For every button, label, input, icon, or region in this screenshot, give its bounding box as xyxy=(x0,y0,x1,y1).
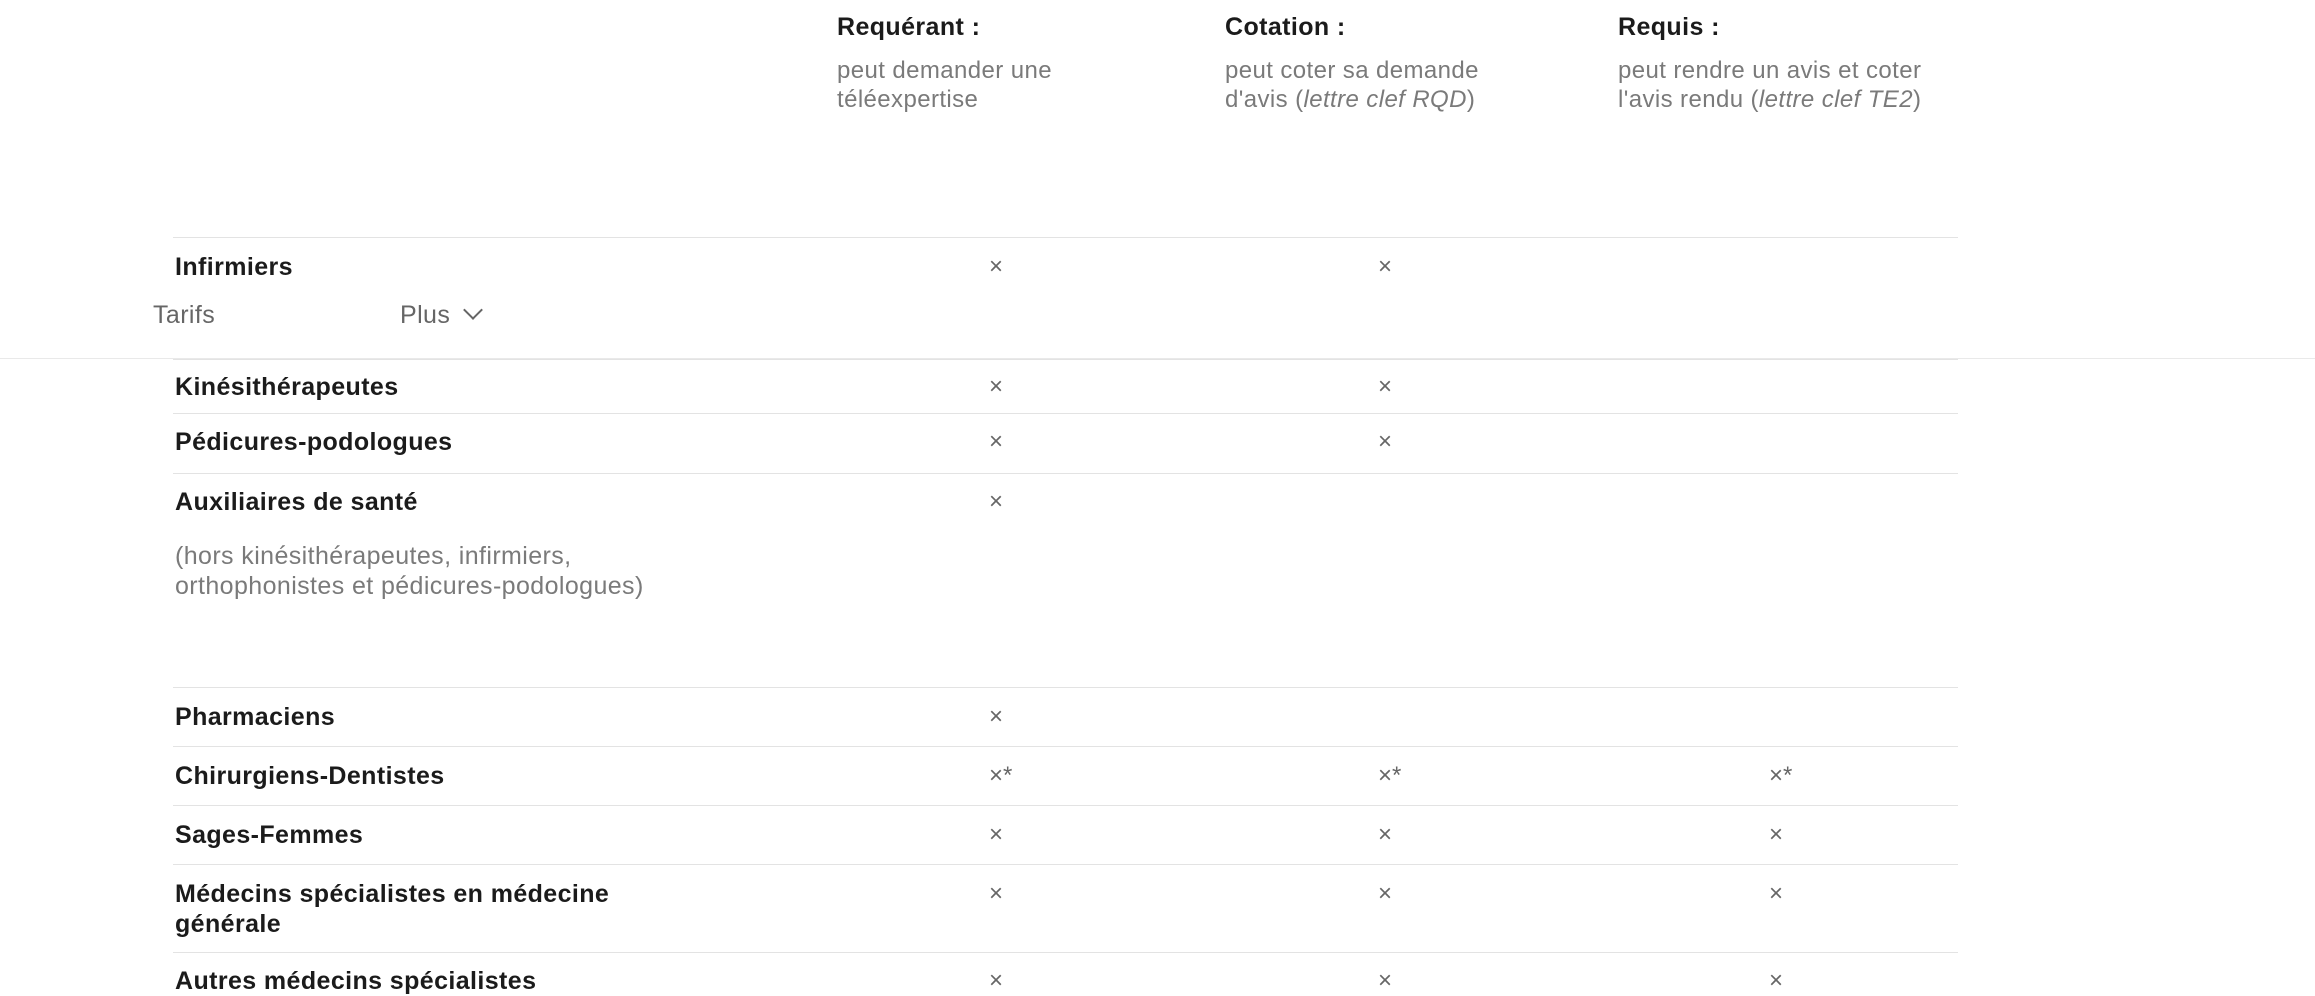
table-row: Autres médecins spécialistes × × × xyxy=(173,952,1958,995)
column-title: Cotation : xyxy=(1225,13,1346,41)
table-row: Pédicures-podologues × × xyxy=(173,413,1958,474)
column-header-requis: Requis : peut rendre un avis et coter l'… xyxy=(1618,12,1948,114)
checkmark: × xyxy=(989,880,1004,907)
nav-plus-menu[interactable]: Plus xyxy=(400,300,484,330)
description-text: ) xyxy=(1466,86,1476,113)
table-row: Sages-Femmes × × × xyxy=(173,805,1958,865)
table-row: Pharmaciens × xyxy=(173,687,1958,747)
column-description: peut rendre un avis et coter l'avis rend… xyxy=(1618,56,1948,114)
column-description: peut demander une téléexpertise xyxy=(837,56,1167,114)
checkmark: ×* xyxy=(1378,762,1402,789)
column-description: peut coter sa demande d'avis (lettre cle… xyxy=(1225,56,1545,114)
checkmark: × xyxy=(989,428,1004,455)
checkmark: × xyxy=(1378,373,1393,400)
table-row: Médecins spécialistes en médecine généra… xyxy=(173,864,1958,953)
checkmark: × xyxy=(1378,880,1393,907)
chevron-down-icon xyxy=(463,300,484,320)
checkmark: × xyxy=(1378,821,1393,848)
checkmark: × xyxy=(1378,253,1393,280)
nav-tarifs-link[interactable]: Tarifs xyxy=(153,300,215,330)
table-row: Chirurgiens-Dentistes ×* ×* ×* xyxy=(173,746,1958,806)
checkmark: × xyxy=(989,373,1004,400)
description-text: ) xyxy=(1912,86,1922,113)
checkmark: ×* xyxy=(1769,762,1793,789)
profession-label: Pharmaciens xyxy=(175,703,336,731)
sticky-navbar: Tarifs Plus xyxy=(0,286,2315,359)
column-header-cotation: Cotation : peut coter sa demande d'avis … xyxy=(1225,12,1545,114)
column-title: Requérant : xyxy=(837,13,981,41)
checkmark: × xyxy=(1769,821,1784,848)
profession-label: Chirurgiens-Dentistes xyxy=(175,762,445,790)
profession-label: Sages-Femmes xyxy=(175,821,364,849)
column-header-requerant: Requérant : peut demander une téléexpert… xyxy=(837,12,1167,114)
table-row: Auxiliaires de santé (hors kinésithérape… xyxy=(173,473,1958,688)
profession-note: (hors kinésithérapeutes, infirmiers, ort… xyxy=(175,542,644,600)
profession-label: Pédicures-podologues xyxy=(175,428,453,456)
profession-label: Kinésithérapeutes xyxy=(175,373,399,401)
profession-label: Auxiliaires de santé xyxy=(175,488,418,516)
checkmark: × xyxy=(1769,880,1784,907)
nav-plus-label: Plus xyxy=(400,301,451,329)
column-title: Requis : xyxy=(1618,13,1720,41)
key-letter-text: lettre clef TE2 xyxy=(1758,86,1913,113)
checkmark: × xyxy=(989,253,1004,280)
key-letter-text: lettre clef RQD xyxy=(1303,86,1467,113)
profession-label: Médecins spécialistes en médecine généra… xyxy=(175,880,610,938)
checkmark: × xyxy=(989,821,1004,848)
checkmark: ×* xyxy=(989,762,1013,789)
checkmark: × xyxy=(989,488,1004,515)
checkmark: × xyxy=(1378,428,1393,455)
profession-label: Infirmiers xyxy=(175,253,293,281)
table-row: Kinésithérapeutes × × xyxy=(173,359,1958,414)
description-text: peut demander une téléexpertise xyxy=(837,57,1052,113)
checkmark: × xyxy=(989,703,1004,730)
